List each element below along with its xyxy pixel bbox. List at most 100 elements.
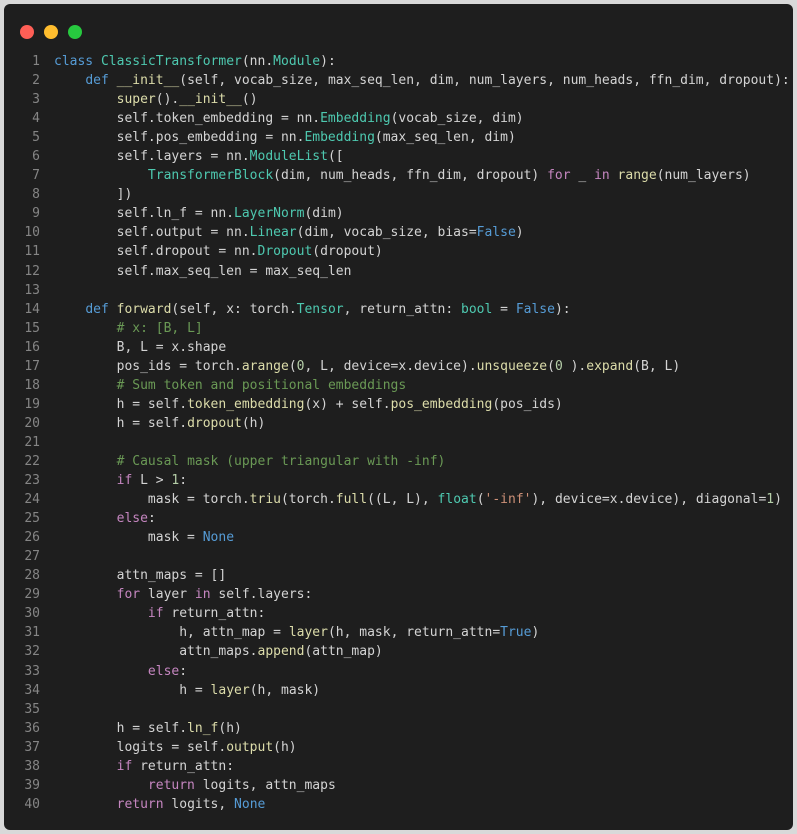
code-token: TransformerBlock bbox=[147, 168, 274, 184]
code-token: ), device=x.device), diagonal= bbox=[531, 492, 767, 508]
line-number: 34 bbox=[24, 682, 40, 698]
line-number: 39 bbox=[24, 777, 40, 793]
code-token: ( bbox=[476, 492, 485, 508]
code-line: 5 self.pos_embedding = nn.Embedding(max_… bbox=[4, 128, 793, 147]
line-number: 3 bbox=[32, 92, 40, 108]
line-source: h = self.dropout(h) bbox=[40, 414, 266, 433]
code-line: 29 for layer in self.layers: bbox=[4, 585, 793, 604]
code-token: h = bbox=[54, 682, 211, 698]
line-source: def forward(self, x: torch.Tensor, retur… bbox=[40, 300, 570, 319]
line-number: 26 bbox=[24, 530, 40, 546]
line-number: 29 bbox=[24, 587, 40, 603]
code-token: forward bbox=[116, 301, 172, 317]
code-token: arange bbox=[241, 358, 289, 374]
code-token: (num_layers) bbox=[656, 168, 751, 184]
line-source: logits = self.output(h) bbox=[40, 738, 297, 757]
code-token: (nn. bbox=[241, 54, 274, 69]
code-token: if bbox=[116, 473, 133, 489]
code-token: Dropout bbox=[257, 244, 313, 260]
code-line: 30 if return_attn: bbox=[4, 604, 793, 623]
code-token: return_attn: bbox=[132, 758, 235, 774]
code-line: 9 self.ln_f = nn.LayerNorm(dim) bbox=[4, 204, 793, 223]
close-window-icon[interactable] bbox=[20, 25, 34, 39]
code-line: 34 h = layer(h, mask) bbox=[4, 681, 793, 700]
code-token: output bbox=[226, 739, 274, 755]
code-token: in bbox=[194, 587, 211, 603]
code-token: ]) bbox=[54, 187, 133, 203]
code-line: 35 bbox=[4, 700, 793, 719]
code-token: (dim, num_heads, ffn_dim, dropout) bbox=[273, 168, 548, 184]
line-source: for layer in self.layers: bbox=[40, 585, 313, 604]
line-number: 23 bbox=[24, 473, 40, 489]
line-source: return logits, None bbox=[40, 795, 266, 814]
line-source: if return_attn: bbox=[40, 757, 234, 776]
code-token: None bbox=[202, 530, 235, 546]
code-line: 11 self.dropout = nn.Dropout(dropout) bbox=[4, 242, 793, 261]
code-token: attn_maps. bbox=[54, 644, 258, 660]
code-line: 12 self.max_seq_len = max_seq_len bbox=[4, 262, 793, 281]
code-token: (x) + self. bbox=[304, 396, 391, 412]
code-token: B, L = x.shape bbox=[54, 339, 227, 355]
code-token: ( bbox=[288, 358, 297, 374]
code-token: (self, x: torch. bbox=[171, 301, 297, 317]
code-token: expand bbox=[586, 358, 634, 374]
code-token: ((L, L), bbox=[367, 492, 438, 508]
code-token: ). bbox=[562, 358, 587, 374]
line-source: h, attn_map = layer(h, mask, return_attn… bbox=[40, 623, 539, 642]
code-token: (attn_map) bbox=[304, 644, 383, 660]
line-source: self.token_embedding = nn.Embedding(voca… bbox=[40, 109, 524, 128]
line-number: 1 bbox=[32, 54, 40, 69]
code-token: self.layers = nn. bbox=[54, 149, 250, 165]
code-token: ): bbox=[320, 54, 336, 69]
line-number: 15 bbox=[24, 320, 40, 336]
code-token: ) bbox=[531, 625, 540, 641]
line-number: 10 bbox=[24, 225, 40, 241]
code-line: 14 def forward(self, x: torch.Tensor, re… bbox=[4, 300, 793, 319]
code-token: (dim, vocab_size, bias= bbox=[296, 225, 477, 241]
code-line: 24 mask = torch.triu(torch.full((L, L), … bbox=[4, 490, 793, 509]
line-source: ]) bbox=[40, 185, 133, 204]
line-source: B, L = x.shape bbox=[40, 338, 227, 357]
line-number: 5 bbox=[32, 130, 40, 146]
code-token: (max_seq_len, dim) bbox=[374, 130, 516, 146]
code-token: (h) bbox=[241, 415, 266, 431]
code-token: range bbox=[617, 168, 657, 184]
line-number: 17 bbox=[24, 358, 40, 374]
code-token: if bbox=[147, 606, 164, 622]
code-line: 33 else: bbox=[4, 662, 793, 681]
line-source: if L > 1: bbox=[40, 471, 187, 490]
line-number: 19 bbox=[24, 396, 40, 412]
minimize-window-icon[interactable] bbox=[44, 25, 58, 39]
code-token: attn_maps = [] bbox=[54, 568, 227, 584]
code-token: L > bbox=[132, 473, 172, 489]
code-token: self.output = nn. bbox=[54, 225, 250, 241]
maximize-window-icon[interactable] bbox=[68, 25, 82, 39]
line-number: 35 bbox=[24, 701, 40, 717]
code-line: 3 super().__init__() bbox=[4, 90, 793, 109]
code-token: '-inf' bbox=[484, 492, 532, 508]
code-line: 31 h, attn_map = layer(h, mask, return_a… bbox=[4, 623, 793, 642]
code-token: Embedding bbox=[304, 130, 375, 146]
line-number: 2 bbox=[32, 73, 40, 89]
code-token: self.layers: bbox=[210, 587, 313, 603]
line-number: 4 bbox=[32, 111, 40, 127]
code-token: full bbox=[335, 492, 368, 508]
code-line: 15 # x: [B, L] bbox=[4, 319, 793, 338]
code-token: , L, device=x.device). bbox=[304, 358, 477, 374]
code-token: (dim) bbox=[304, 206, 344, 222]
line-source: else: bbox=[40, 509, 156, 528]
code-token: Embedding bbox=[320, 111, 391, 127]
code-token: ([ bbox=[327, 149, 344, 165]
line-source: TransformerBlock(dim, num_heads, ffn_dim… bbox=[40, 166, 751, 185]
code-token: (pos_ids) bbox=[492, 396, 563, 412]
line-number: 37 bbox=[24, 739, 40, 755]
code-token: (h, mask) bbox=[249, 682, 321, 698]
code-token: ModuleList bbox=[249, 149, 328, 165]
code-token: # Causal mask (upper triangular with -in… bbox=[116, 453, 446, 469]
